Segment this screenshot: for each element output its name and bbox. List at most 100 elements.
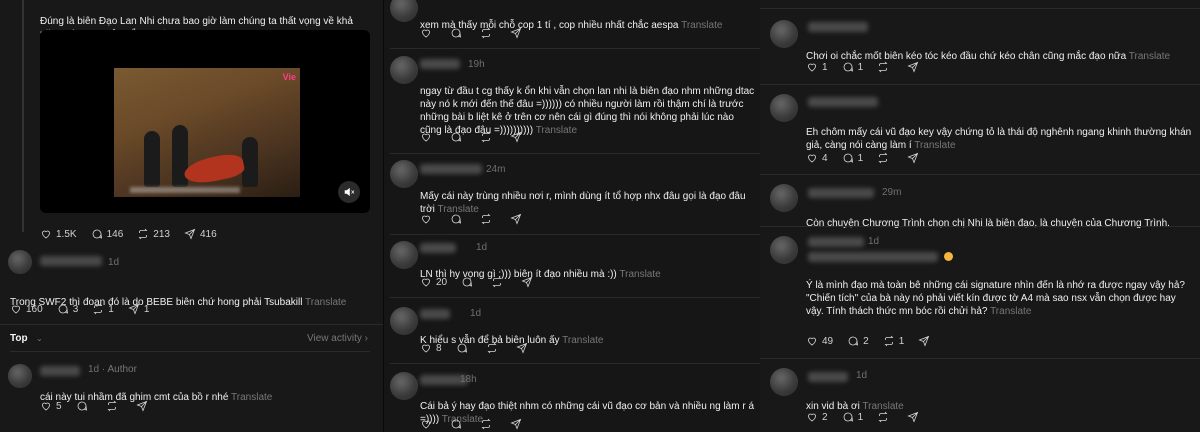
share-button[interactable] — [907, 411, 923, 423]
repost-button[interactable] — [480, 213, 496, 225]
reply-button[interactable] — [450, 213, 466, 225]
post-video[interactable]: Vie — [40, 30, 370, 213]
translate-link[interactable]: Translate — [990, 306, 1031, 317]
share-button[interactable] — [907, 152, 923, 164]
share-button[interactable]: 1 — [128, 303, 149, 315]
repost-button[interactable] — [877, 411, 893, 423]
username[interactable] — [808, 237, 864, 247]
like-button[interactable]: 5 — [40, 400, 62, 412]
share-button[interactable] — [510, 27, 526, 39]
reply-button[interactable]: 1 — [842, 61, 863, 73]
repost-button[interactable]: 1 — [92, 303, 114, 315]
repost-button[interactable] — [486, 342, 502, 354]
like-button[interactable] — [420, 131, 436, 143]
translate-link[interactable]: Translate — [619, 269, 660, 280]
reply-button[interactable] — [76, 400, 92, 412]
like-button[interactable]: 1 — [806, 61, 828, 73]
mute-button[interactable] — [338, 181, 360, 203]
reply-button[interactable]: 1 — [842, 411, 863, 423]
avatar[interactable] — [770, 94, 798, 122]
reply-button[interactable] — [450, 27, 466, 39]
reply-button[interactable]: 2 — [847, 335, 869, 347]
divider — [390, 297, 760, 298]
username[interactable] — [808, 372, 848, 382]
reply-button[interactable] — [450, 418, 466, 430]
divider — [390, 48, 760, 49]
avatar[interactable] — [390, 241, 418, 269]
like-button[interactable]: 8 — [420, 342, 442, 354]
username[interactable] — [808, 22, 868, 32]
avatar[interactable] — [390, 307, 418, 335]
translate-link[interactable]: Translate — [536, 125, 577, 136]
share-button[interactable] — [516, 342, 532, 354]
username[interactable] — [420, 309, 450, 319]
repost-button[interactable] — [877, 61, 893, 73]
thread-column-left: Đúng là biên Đạo Lan Nhi chưa bao giờ là… — [0, 0, 383, 432]
reply-button[interactable]: 3 — [57, 303, 78, 315]
avatar[interactable] — [390, 0, 418, 22]
sort-top-dropdown[interactable]: Top — [10, 333, 28, 344]
username[interactable] — [808, 188, 874, 198]
reply-button[interactable] — [456, 342, 472, 354]
translate-link[interactable]: Translate — [914, 140, 955, 151]
like-button[interactable] — [420, 27, 436, 39]
repost-button[interactable] — [491, 276, 507, 288]
repost-icon — [480, 213, 492, 225]
translate-link[interactable]: Translate — [305, 297, 346, 308]
avatar[interactable] — [390, 56, 418, 84]
reply-time: 24m — [486, 164, 506, 175]
translate-link[interactable]: Translate — [231, 392, 272, 403]
share-button[interactable] — [510, 131, 526, 143]
repost-button[interactable] — [106, 400, 122, 412]
reply-button[interactable] — [450, 131, 466, 143]
reply-button[interactable]: 146 — [91, 228, 123, 240]
username[interactable] — [40, 366, 80, 376]
share-icon — [907, 411, 919, 423]
translate-link[interactable]: Translate — [1129, 51, 1170, 62]
like-button[interactable]: 20 — [420, 276, 447, 288]
view-activity-link[interactable]: View activity › — [307, 333, 368, 344]
repost-button[interactable] — [877, 152, 893, 164]
reply-time: 1d — [108, 257, 120, 268]
avatar[interactable] — [770, 236, 798, 264]
share-button[interactable]: 416 — [184, 228, 217, 240]
repost-button[interactable] — [480, 27, 496, 39]
username[interactable] — [40, 256, 102, 266]
repost-button[interactable]: 1 — [883, 335, 904, 347]
share-button[interactable] — [510, 213, 526, 225]
share-button[interactable] — [510, 418, 526, 430]
reply-actions: 4 1 — [806, 152, 937, 164]
share-button[interactable] — [136, 400, 152, 412]
share-button[interactable] — [918, 335, 934, 347]
translate-link[interactable]: Translate — [681, 20, 722, 31]
share-button[interactable] — [521, 276, 537, 288]
username[interactable] — [420, 164, 482, 174]
repost-button[interactable]: 213 — [137, 228, 170, 240]
share-icon — [510, 131, 522, 143]
reply-button[interactable] — [461, 276, 477, 288]
like-button[interactable]: 160 — [10, 303, 43, 315]
like-button[interactable]: 4 — [806, 152, 828, 164]
like-button[interactable]: 1.5K — [40, 228, 77, 240]
avatar[interactable] — [770, 368, 798, 396]
like-button[interactable] — [420, 213, 436, 225]
repost-button[interactable] — [480, 418, 496, 430]
reply-text: Mấy cái này trùng nhiều nơi r, mình dùng… — [420, 191, 746, 215]
username[interactable] — [808, 97, 878, 107]
username[interactable] — [420, 59, 460, 69]
avatar[interactable] — [390, 160, 418, 188]
username[interactable] — [420, 243, 456, 253]
avatar[interactable] — [390, 372, 418, 400]
like-button[interactable]: 49 — [806, 335, 833, 347]
avatar[interactable] — [770, 20, 798, 48]
reply-text: Chơi oi chắc mốt biên kéo tóc kéo đầu ch… — [806, 51, 1171, 62]
translate-link[interactable]: Translate — [562, 335, 603, 346]
avatar[interactable] — [8, 364, 32, 388]
reply-button[interactable]: 1 — [842, 152, 863, 164]
avatar[interactable] — [770, 184, 798, 212]
avatar[interactable] — [8, 250, 32, 274]
like-button[interactable]: 2 — [806, 411, 828, 423]
like-button[interactable] — [420, 418, 436, 430]
share-button[interactable] — [907, 61, 923, 73]
repost-button[interactable] — [480, 131, 496, 143]
